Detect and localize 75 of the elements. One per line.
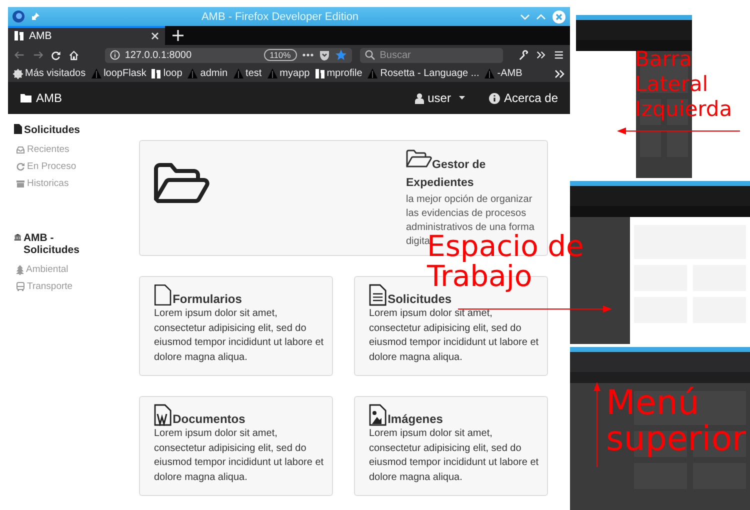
refresh-icon — [16, 162, 25, 171]
hero-description: digita — [406, 236, 430, 247]
menu-icon[interactable] — [554, 50, 564, 60]
pin-icon — [31, 12, 40, 21]
hero-description: la mejor opción de organizar — [406, 193, 532, 207]
address-bar[interactable]: 127.0.0.1:8000 110% — [104, 48, 352, 62]
card-text: Lorem ipsum dolor sit amet, consectetur adipisicing elit, sed do eiusmod tempor incididunt ut labore et dolore magna aliqua. — [369, 307, 540, 364]
star-icon[interactable] — [334, 49, 347, 61]
close-icon[interactable] — [151, 32, 159, 40]
document-icon — [154, 284, 172, 306]
window-title: AMB - Firefox Developer Edition — [200, 10, 360, 22]
user-menu[interactable]: user — [414, 91, 467, 105]
reload-icon[interactable] — [51, 50, 62, 60]
overflow-icon[interactable] — [554, 68, 565, 78]
open-folder-icon — [154, 163, 210, 205]
forward-icon[interactable] — [32, 50, 44, 60]
bookmark-item[interactable]: -AMB — [484, 68, 522, 79]
hero-title: Gestor de Expedientes — [406, 159, 486, 189]
document-icon — [14, 124, 22, 134]
document-lines-icon — [369, 284, 387, 306]
card-title: Formularios — [172, 292, 242, 306]
open-folder-icon — [406, 149, 432, 168]
folder-icon — [20, 93, 32, 103]
card-title: Solicitudes — [388, 292, 452, 306]
card-title: Documentos — [172, 412, 246, 426]
site-icon — [187, 68, 198, 79]
back-icon[interactable] — [14, 50, 25, 60]
bus-icon — [16, 282, 25, 291]
browser-tab[interactable]: AMB — [8, 26, 165, 45]
site-icon — [266, 68, 278, 79]
info-icon — [488, 92, 500, 104]
section-heading: AMB - Solicitudes — [23, 232, 80, 256]
info-icon — [110, 50, 120, 60]
about-link[interactable]: Acerca de — [488, 91, 558, 105]
card-text: Lorem ipsum dolor sit amet, consectetur adipisicing elit, sed do eiusmod tempor incididunt ut labore et dolore magna aliqua. — [154, 427, 325, 484]
bookmark-item[interactable]: admin — [187, 68, 228, 79]
bookmark-item[interactable]: Más visitados — [13, 68, 86, 79]
bookmark-item[interactable]: mprofile — [314, 68, 362, 79]
site-icon — [484, 68, 496, 79]
bookmark-item[interactable]: loopFlask — [90, 68, 146, 79]
word-document-icon — [154, 404, 172, 426]
tray-icon — [16, 146, 25, 154]
site-icon — [367, 68, 378, 79]
home-icon[interactable] — [69, 50, 79, 60]
zoom-level[interactable]: 110% — [264, 49, 297, 61]
tree-icon — [16, 264, 24, 274]
card-text: Lorem ipsum dolor sit amet, consectetur adipisicing elit, sed do eiusmod tempor incididunt ut labore et dolore magna aliqua. — [154, 307, 325, 364]
hero-description: administrativos de una forma — [406, 221, 534, 234]
site-icon — [232, 68, 244, 79]
building-columns-icon — [14, 232, 22, 242]
site-icon — [90, 68, 102, 79]
site-icon — [14, 30, 24, 41]
annotation-label: Menú superior — [606, 386, 746, 458]
more-icon[interactable] — [302, 53, 314, 57]
site-icon — [314, 68, 325, 79]
overflow-icon[interactable] — [536, 50, 546, 60]
search-icon — [364, 50, 375, 60]
bookmark-item[interactable]: loop — [151, 68, 182, 79]
wrench-icon[interactable] — [518, 50, 528, 60]
section-heading: Solicitudes — [24, 124, 80, 136]
browser-logo-icon — [12, 10, 25, 23]
bookmark-item[interactable]: myapp — [266, 68, 310, 79]
bookmark-item[interactable]: Rosetta - Language ... — [367, 68, 480, 79]
brand-link[interactable]: AMB — [20, 91, 62, 105]
user-icon — [414, 92, 424, 104]
site-icon — [151, 68, 162, 79]
card-text: Lorem ipsum dolor sit amet, consectetur adipisicing elit, sed do eiusmod tempor incididunt ut labore et dolore magna aliqua. — [369, 427, 540, 484]
card-title: Imágenes — [388, 412, 443, 426]
search-field[interactable]: Buscar — [360, 48, 503, 62]
bookmark-item[interactable]: test — [232, 68, 262, 79]
image-document-icon — [369, 404, 387, 426]
shield-icon[interactable] — [318, 50, 330, 60]
hero-description: las evidencias de procesos — [406, 207, 526, 221]
archive-box-icon — [16, 180, 25, 188]
gear-icon — [13, 68, 23, 78]
